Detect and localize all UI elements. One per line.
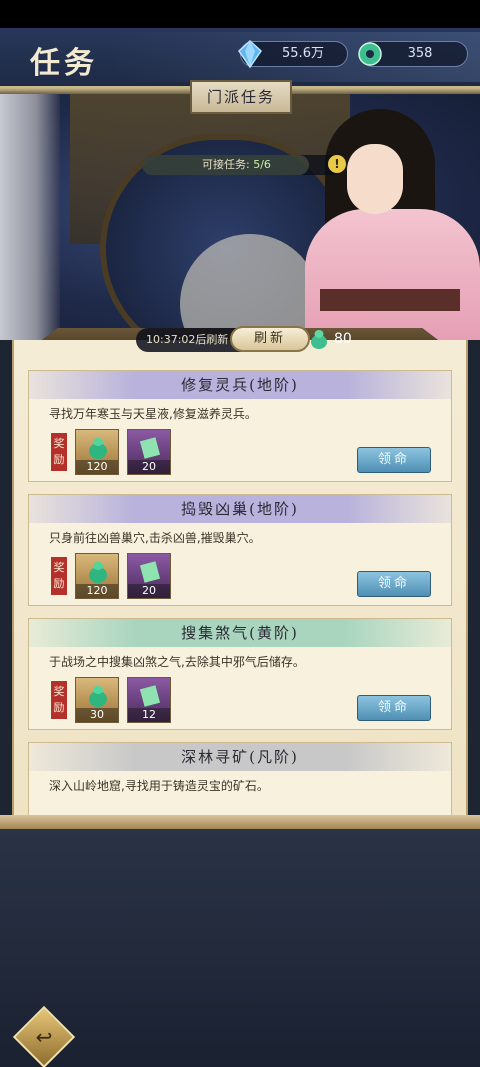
task-card: 深林寻矿(凡阶) 深入山岭地窟,寻找用于铸造灵宝的矿石。 <box>28 742 452 815</box>
npc-scene <box>0 94 480 340</box>
spirit-stone-counter[interactable]: 55.6万 <box>238 39 348 69</box>
sect-npc-portrait <box>300 104 480 340</box>
reward-count: 20 <box>128 584 170 598</box>
accept-task-button[interactable]: 领命 <box>357 695 431 721</box>
sect-task-tab[interactable]: 门派任务 <box>190 80 292 114</box>
reward-item[interactable]: 20 <box>127 553 171 599</box>
task-description: 于战场之中搜集凶煞之气,去除其中邪气后储存。 <box>49 655 305 669</box>
available-label: 可接任务: <box>202 158 250 171</box>
jade-ring-icon <box>358 42 382 66</box>
reward-count: 12 <box>128 708 170 722</box>
refresh-timer: 10:37:02后刷新 <box>136 328 242 352</box>
reward-item[interactable]: 30 <box>75 677 119 723</box>
reward-count: 120 <box>76 460 118 474</box>
page-title: 任务 <box>30 46 98 81</box>
accept-task-button[interactable]: 领命 <box>357 447 431 473</box>
info-icon[interactable]: ! <box>328 155 346 173</box>
bottom-background <box>0 829 480 1067</box>
panel-bottom-frame <box>0 815 480 829</box>
reward-count: 20 <box>128 460 170 474</box>
task-title: 深林寻矿(凡阶) <box>29 743 451 771</box>
reward-item[interactable]: 120 <box>75 429 119 475</box>
accept-task-button[interactable]: 领命 <box>357 571 431 597</box>
status-bar <box>0 0 480 28</box>
scroll-icon <box>139 437 161 459</box>
task-title: 捣毁凶巢(地阶) <box>29 495 451 523</box>
jade-gourd-icon <box>89 686 107 707</box>
reward-count: 30 <box>76 708 118 722</box>
refresh-button[interactable]: 刷新 <box>230 326 310 352</box>
reward-count: 120 <box>76 584 118 598</box>
jade-counter[interactable]: 358 <box>358 41 468 67</box>
task-description: 寻找万年寒玉与天星液,修复滋养灵兵。 <box>49 407 257 421</box>
jade-gourd-icon <box>311 330 327 349</box>
reward-item[interactable]: 12 <box>127 677 171 723</box>
task-card: 搜集煞气(黄阶) 于战场之中搜集凶煞之气,去除其中邪气后储存。 奖励 30 12… <box>28 618 452 730</box>
reward-item[interactable]: 20 <box>127 429 171 475</box>
available-count: 5/6 <box>253 158 271 171</box>
task-title: 修复灵兵(地阶) <box>29 371 451 399</box>
task-title: 搜集煞气(黄阶) <box>29 619 451 647</box>
reward-label: 奖励 <box>51 433 67 471</box>
refresh-cost: 80 <box>334 331 352 347</box>
reward-item[interactable]: 120 <box>75 553 119 599</box>
reward-label: 奖励 <box>51 681 67 719</box>
task-card: 修复灵兵(地阶) 寻找万年寒玉与天星液,修复滋养灵兵。 奖励 120 20 领命 <box>28 370 452 482</box>
jade-amount: 358 <box>407 46 433 61</box>
spirit-stone-amount: 55.6万 <box>282 46 324 61</box>
header: 任务 55.6万 358 <box>0 28 480 88</box>
curtain <box>0 94 60 340</box>
back-arrow-icon: ↩ <box>35 1025 53 1049</box>
available-task-bar: 可接任务: 5/6 <box>142 155 342 175</box>
jade-gourd-icon <box>89 438 107 459</box>
task-description: 深入山岭地窟,寻找用于铸造灵宝的矿石。 <box>49 779 269 793</box>
task-description: 只身前往凶兽巢穴,击杀凶兽,摧毁巢穴。 <box>49 531 261 545</box>
jade-gourd-icon <box>89 562 107 583</box>
scroll-icon <box>139 561 161 583</box>
scroll-icon <box>139 685 161 707</box>
task-card: 捣毁凶巢(地阶) 只身前往凶兽巢穴,击杀凶兽,摧毁巢穴。 奖励 120 20 领… <box>28 494 452 606</box>
reward-label: 奖励 <box>51 557 67 595</box>
blue-crystal-icon <box>238 39 262 69</box>
